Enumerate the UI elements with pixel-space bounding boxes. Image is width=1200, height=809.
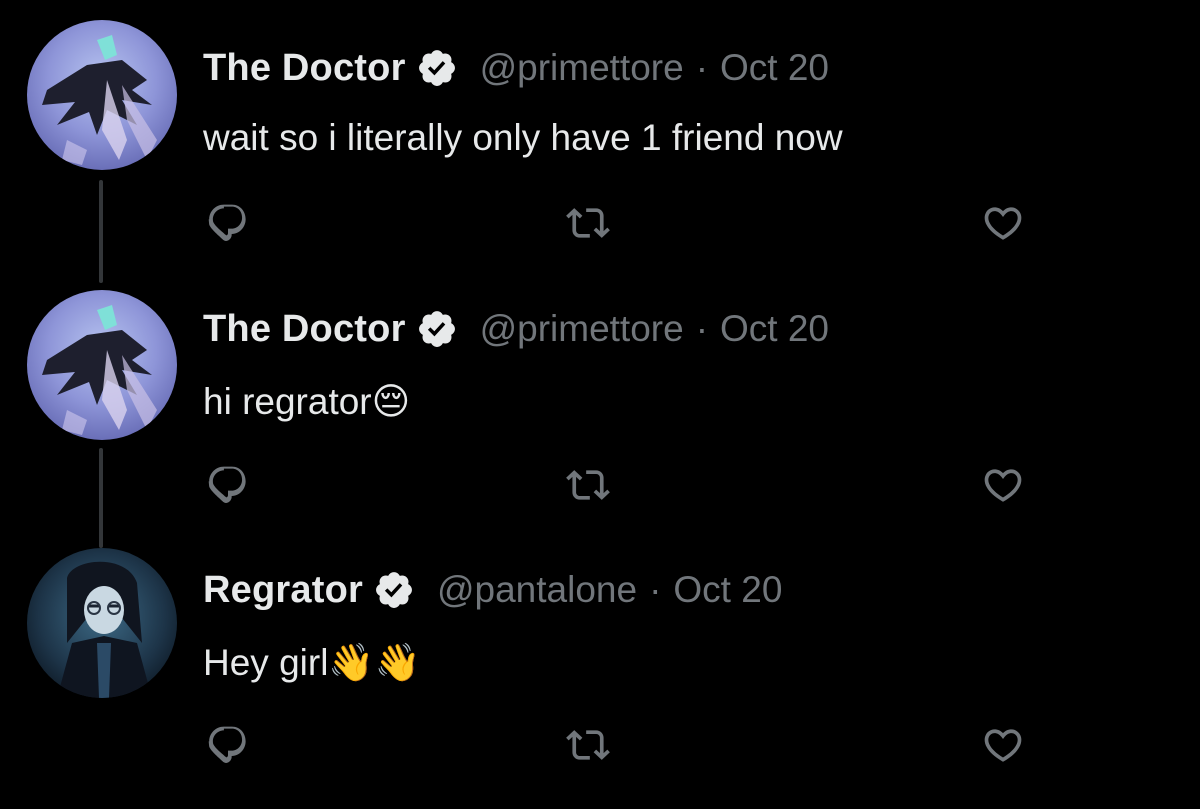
- author-name[interactable]: The Doctor: [203, 47, 406, 90]
- author-name[interactable]: Regrator: [203, 569, 363, 612]
- tweet-date[interactable]: Oct 20: [720, 47, 829, 89]
- tweet-header: The Doctor @primettore · Oct 20: [203, 43, 829, 93]
- retweet-button[interactable]: [563, 460, 613, 510]
- tweet-text: Hey girl👋👋: [203, 642, 421, 683]
- reply-icon: [208, 726, 246, 763]
- tweet-header: The Doctor @primettore · Oct 20: [203, 304, 829, 354]
- reply-icon: [208, 466, 246, 503]
- reply-button[interactable]: [203, 720, 253, 770]
- regrator-avatar-icon: [27, 548, 177, 698]
- tweet-text: hi regrator😔: [203, 381, 411, 422]
- doctor-avatar-icon: [27, 290, 177, 440]
- tweet-actions: [0, 460, 1200, 510]
- like-icon: [984, 207, 1022, 240]
- retweet-button[interactable]: [563, 720, 613, 770]
- separator-dot: ·: [695, 308, 709, 349]
- retweet-button[interactable]: [563, 198, 613, 248]
- author-name[interactable]: The Doctor: [203, 308, 406, 351]
- separator-dot: ·: [695, 47, 709, 88]
- tweet-actions: [0, 720, 1200, 770]
- author-avatar[interactable]: [27, 290, 177, 440]
- tweet-date[interactable]: Oct 20: [673, 569, 782, 611]
- retweet-icon: [566, 470, 610, 500]
- tweet-text: wait so i literally only have 1 friend n…: [203, 117, 843, 158]
- author-handle[interactable]: @primettore: [480, 308, 684, 350]
- retweet-icon: [566, 730, 610, 760]
- like-button[interactable]: [978, 198, 1028, 248]
- like-button[interactable]: [978, 460, 1028, 510]
- verified-badge-icon: [416, 47, 458, 89]
- like-icon: [984, 729, 1022, 762]
- reply-button[interactable]: [203, 460, 253, 510]
- author-avatar[interactable]: [27, 20, 177, 170]
- verified-badge-icon: [373, 569, 415, 611]
- tweet-header: Regrator @pantalone · Oct 20: [203, 565, 782, 615]
- author-handle[interactable]: @pantalone: [437, 569, 637, 611]
- author-avatar[interactable]: [27, 548, 177, 698]
- reply-icon: [208, 204, 246, 241]
- doctor-avatar-icon: [27, 20, 177, 170]
- author-handle[interactable]: @primettore: [480, 47, 684, 89]
- separator-dot: ·: [649, 569, 662, 610]
- like-button[interactable]: [978, 720, 1028, 770]
- retweet-icon: [566, 208, 610, 238]
- tweet-date[interactable]: Oct 20: [720, 308, 829, 350]
- like-icon: [984, 469, 1022, 502]
- tweet-actions: [0, 198, 1200, 248]
- reply-button[interactable]: [203, 198, 253, 248]
- verified-badge-icon: [416, 308, 458, 350]
